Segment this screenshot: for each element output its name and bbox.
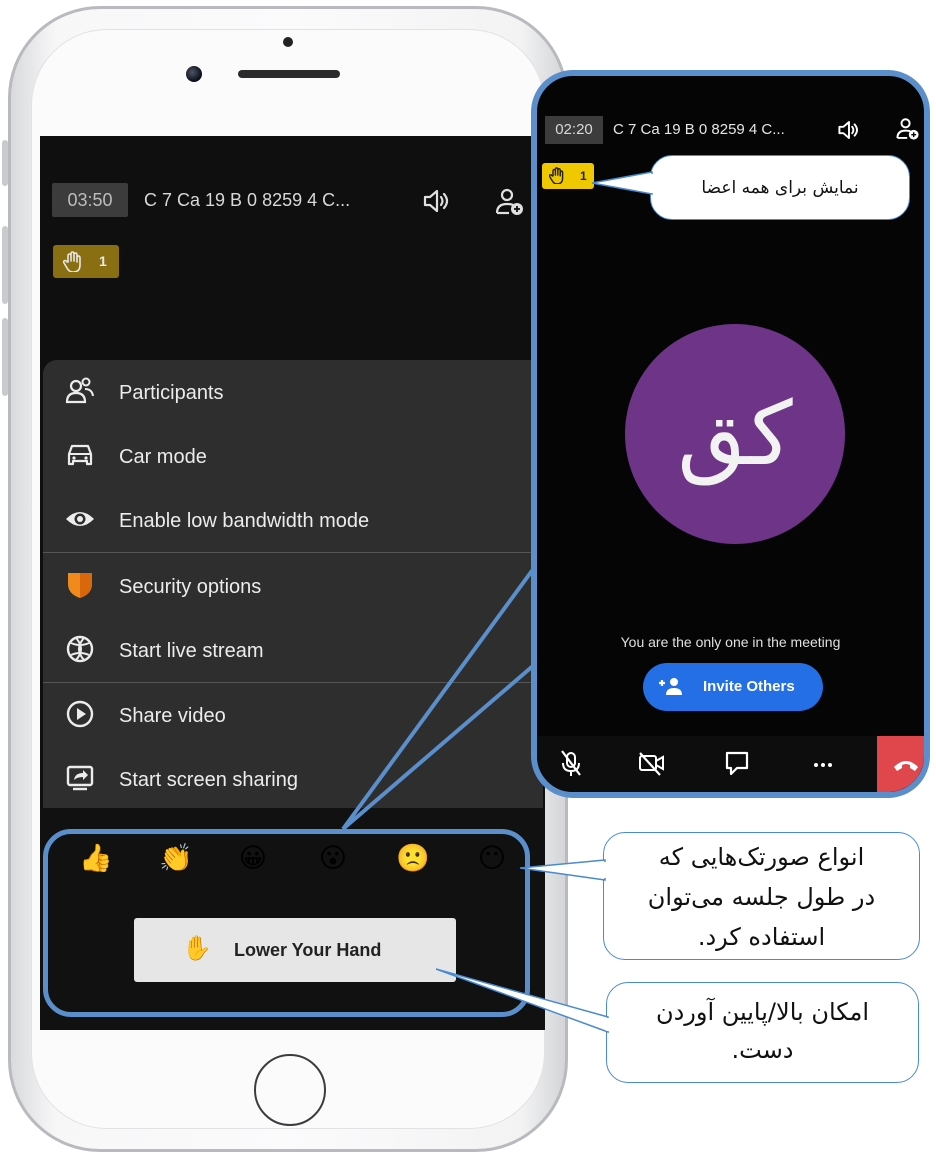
eye-icon bbox=[66, 512, 94, 526]
volume-up-button bbox=[2, 226, 8, 304]
reactions-callout-line: در طول جلسه می‌توان bbox=[647, 883, 876, 911]
menu-item-live-stream[interactable]: Start live stream bbox=[43, 620, 543, 680]
participant-avatar: کق bbox=[625, 324, 845, 544]
menu-item-label: Start screen sharing bbox=[119, 769, 298, 791]
overflow-menu: Participants Car mode Enable low bandwid… bbox=[43, 360, 543, 808]
reactions-callout-line: انواع صورتک‌هایی که bbox=[658, 843, 865, 871]
invite-others-button[interactable]: Invite Others bbox=[643, 663, 823, 711]
front-camera bbox=[186, 66, 202, 82]
menu-item-label: Start live stream bbox=[119, 640, 264, 662]
home-button[interactable] bbox=[254, 1054, 326, 1126]
participants-icon bbox=[65, 377, 94, 404]
menu-divider bbox=[43, 552, 543, 553]
only-one-message: You are the only one in the meeting bbox=[620, 634, 841, 650]
members-callout-text: نمایش برای همه اعضا bbox=[701, 178, 859, 198]
reactions-callout-line: استفاده کرد. bbox=[697, 923, 826, 951]
earpiece-speaker bbox=[238, 70, 340, 78]
hand-callout-line: امکان بالا/پایین آوردن bbox=[655, 998, 870, 1026]
chat-icon[interactable] bbox=[717, 736, 757, 792]
menu-item-car-mode[interactable]: Car mode bbox=[43, 426, 543, 486]
proximity-sensor bbox=[283, 37, 293, 47]
camera-off-icon[interactable] bbox=[631, 736, 671, 792]
more-options-icon[interactable] bbox=[803, 736, 843, 792]
raised-hand-icon bbox=[549, 167, 564, 184]
inset-raised-hands-count: 1 bbox=[580, 169, 587, 183]
hand-callout-line: دست. bbox=[731, 1036, 794, 1064]
invite-others-label: Invite Others bbox=[703, 678, 795, 695]
add-participant-icon[interactable] bbox=[895, 116, 921, 142]
members-callout: نمایش برای همه اعضا bbox=[650, 155, 910, 220]
hang-up-icon bbox=[894, 761, 918, 771]
avatar-initials: کق bbox=[677, 382, 793, 485]
menu-item-label: Share video bbox=[119, 705, 226, 727]
speaker-icon[interactable] bbox=[422, 188, 452, 214]
menu-item-share-video[interactable]: Share video bbox=[43, 685, 543, 745]
play-circle-icon bbox=[66, 700, 94, 728]
menu-item-low-bandwidth[interactable]: Enable low bandwidth mode bbox=[43, 490, 543, 550]
menu-item-label: Participants bbox=[119, 382, 224, 404]
meeting-title: C 7 Ca 19 B 0 8259 4 C... bbox=[144, 190, 351, 210]
volume-down-button bbox=[2, 318, 8, 396]
menu-item-participants[interactable]: Participants bbox=[43, 362, 543, 422]
mute-switch bbox=[2, 140, 8, 186]
menu-item-label: Security options bbox=[119, 576, 262, 598]
raised-hands-count: 1 bbox=[99, 253, 107, 269]
add-person-icon bbox=[659, 678, 682, 695]
shield-icon bbox=[68, 573, 92, 598]
inset-raised-hands-badge: 1 bbox=[542, 163, 594, 189]
microphone-muted-icon[interactable] bbox=[551, 736, 591, 792]
hand-callout: امکان بالا/پایین آوردن دست. bbox=[606, 982, 919, 1083]
inset-meeting-timer: 02:20 bbox=[545, 116, 603, 144]
reactions-highlight-frame bbox=[43, 829, 530, 1017]
menu-divider bbox=[43, 682, 543, 683]
meeting-toolbar bbox=[537, 736, 924, 792]
car-icon bbox=[67, 444, 93, 466]
meeting-timer: 03:50 bbox=[52, 183, 128, 217]
hang-up-button[interactable] bbox=[877, 736, 924, 792]
menu-item-label: Enable low bandwidth mode bbox=[119, 510, 370, 532]
speaker-icon[interactable] bbox=[837, 119, 861, 141]
menu-item-label: Car mode bbox=[119, 446, 207, 468]
menu-item-security[interactable]: Security options bbox=[43, 556, 543, 616]
menu-item-screen-share[interactable]: Start screen sharing bbox=[43, 749, 543, 809]
add-participant-icon[interactable] bbox=[494, 186, 526, 218]
screen-share-icon bbox=[66, 765, 94, 791]
reactions-callout: انواع صورتک‌هایی که در طول جلسه می‌توان … bbox=[603, 832, 920, 960]
raised-hand-icon bbox=[63, 251, 81, 272]
raised-hands-badge: 1 bbox=[53, 245, 119, 278]
globe-icon bbox=[66, 635, 94, 663]
inset-meeting-title: C 7 Ca 19 B 0 8259 4 C... bbox=[613, 121, 785, 138]
